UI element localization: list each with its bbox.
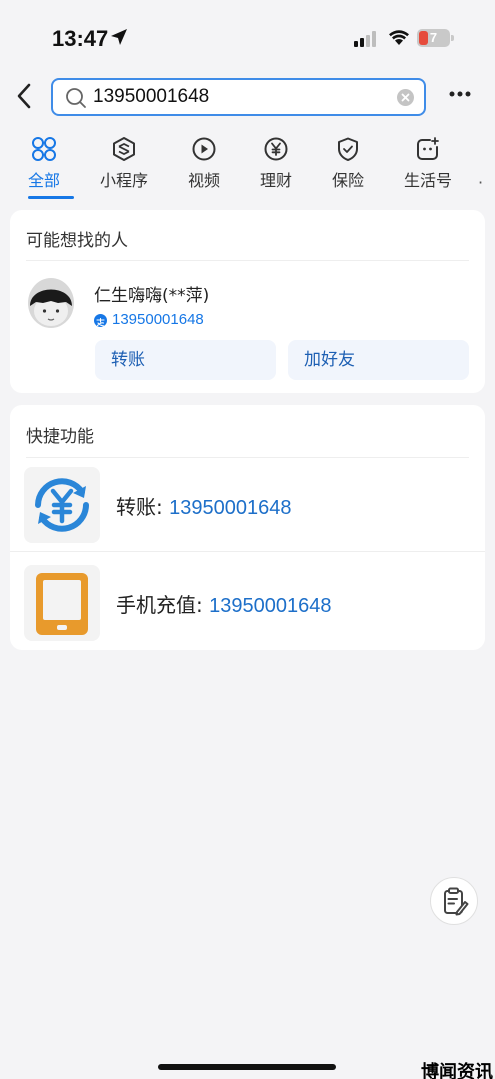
battery-level: 7 bbox=[429, 30, 438, 45]
shortcut-value: 13950001648 bbox=[209, 595, 332, 617]
section-title: 可能想找的人 bbox=[26, 231, 128, 251]
search-icon bbox=[66, 88, 86, 108]
add-friend-button[interactable]: 加好友 bbox=[288, 340, 469, 380]
tab-all[interactable]: 全部 bbox=[8, 136, 80, 200]
people-card: 可能想找的人 仁生嗨嗨(**萍) 13950001648 转账 加好友 bbox=[10, 210, 485, 393]
phone-topup-icon bbox=[24, 565, 100, 641]
active-tab-indicator bbox=[28, 196, 74, 199]
more-options-icon[interactable] bbox=[449, 90, 471, 98]
wifi-icon bbox=[389, 30, 409, 45]
home-indicator bbox=[158, 1064, 336, 1070]
life-account-icon bbox=[417, 137, 439, 160]
video-play-icon bbox=[192, 137, 216, 161]
divider bbox=[10, 551, 485, 552]
shortcut-phone-topup[interactable]: 手机充值: 13950001648 bbox=[10, 555, 485, 649]
tab-label: 理财 bbox=[259, 171, 292, 190]
shortcut-transfer[interactable]: 转账: 13950001648 bbox=[10, 457, 485, 551]
tab-more-partial[interactable]: · bbox=[478, 136, 495, 200]
tab-label: 保险 bbox=[331, 171, 364, 190]
search-input[interactable] bbox=[93, 84, 383, 110]
alipay-badge-icon bbox=[94, 314, 107, 327]
clipboard-edit-icon bbox=[444, 887, 469, 916]
status-time: 13:47 bbox=[52, 26, 109, 51]
tab-wealth[interactable]: 理财 bbox=[240, 136, 312, 200]
search-bar[interactable] bbox=[51, 78, 426, 116]
contact-name[interactable]: 仁生嗨嗨(**萍) bbox=[94, 281, 209, 306]
shortcut-value: 13950001648 bbox=[169, 497, 292, 519]
location-arrow-icon bbox=[111, 29, 127, 45]
shortcut-label: 转账: bbox=[116, 495, 170, 519]
avatar[interactable] bbox=[28, 278, 74, 328]
watermark-text: 博闻资讯 bbox=[421, 1062, 493, 1079]
tab-insurance[interactable]: 保险 bbox=[312, 136, 384, 200]
mini-program-icon bbox=[113, 137, 135, 161]
shield-icon bbox=[338, 137, 358, 161]
tab-label: 视频 bbox=[187, 171, 220, 190]
yuan-icon bbox=[264, 137, 288, 161]
tab-label: 小程序 bbox=[99, 171, 148, 190]
clear-search-icon[interactable] bbox=[397, 89, 414, 106]
tab-mini-programs[interactable]: 小程序 bbox=[88, 136, 160, 200]
contact-phone: 13950001648 bbox=[112, 311, 204, 328]
grid-icon bbox=[32, 137, 56, 161]
shortcuts-card: 快捷功能 转账: 13950001648 手机充值: 13950001648 bbox=[10, 405, 485, 650]
tab-label: 生活号 bbox=[403, 171, 452, 190]
battery-indicator: 7 bbox=[417, 29, 454, 47]
back-chevron-icon[interactable] bbox=[14, 82, 36, 110]
section-title: 快捷功能 bbox=[26, 427, 94, 447]
transfer-button[interactable]: 转账 bbox=[95, 340, 276, 380]
tab-video[interactable]: 视频 bbox=[168, 136, 240, 200]
category-tabs: 全部 小程序 视频 理财 保险 生活号 · bbox=[0, 136, 495, 200]
transfer-yuan-icon bbox=[24, 467, 100, 543]
tab-label: 全部 bbox=[27, 171, 60, 190]
divider bbox=[26, 260, 469, 261]
shortcut-label: 手机充值: bbox=[116, 593, 210, 617]
tab-life-account[interactable]: 生活号 bbox=[392, 136, 464, 200]
status-bar: 13:47 7 bbox=[0, 0, 495, 70]
feedback-edit-button[interactable] bbox=[430, 877, 478, 925]
cellular-signal-icon bbox=[354, 31, 376, 47]
